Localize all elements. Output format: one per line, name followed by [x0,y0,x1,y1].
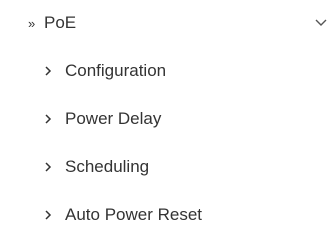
submenu-item-auto-power-reset[interactable]: Auto Power Reset [0,192,334,240]
submenu-item-label: Auto Power Reset [65,205,203,224]
submenu-item-label: Configuration [65,61,167,80]
chevron-right-icon [45,114,52,124]
submenu-item-scheduling[interactable]: Scheduling [0,144,334,192]
group-label: PoE [44,13,77,32]
poe-group-header[interactable]: » PoE [0,0,334,48]
submenu-item-configuration[interactable]: Configuration [0,48,334,96]
submenu-item-label: Scheduling [65,157,150,176]
double-chevron-right-icon: » [28,16,36,31]
submenu-item-label: Power Delay [65,109,162,128]
poe-menu-group: » PoE Configuration Power Delay Scheduli… [0,0,334,240]
chevron-right-icon [45,162,52,172]
submenu-item-power-delay[interactable]: Power Delay [0,96,334,144]
poe-submenu: Configuration Power Delay Scheduling Aut… [0,48,334,240]
chevron-right-icon [45,66,52,76]
chevron-right-icon [45,210,52,220]
chevron-down-icon[interactable] [314,17,328,29]
